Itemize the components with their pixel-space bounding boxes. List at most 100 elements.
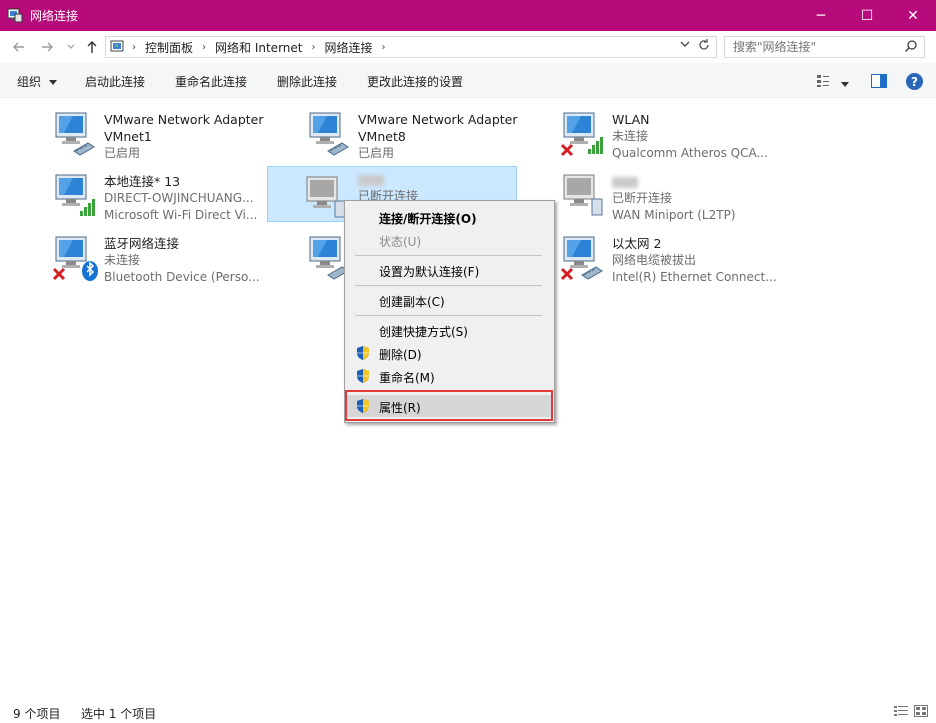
menu-item-properties[interactable]: 属性(R) bbox=[347, 395, 552, 417]
refresh-icon[interactable] bbox=[697, 38, 711, 56]
large-icons-view-icon[interactable] bbox=[914, 705, 928, 720]
chevron-right-icon[interactable]: › bbox=[132, 42, 136, 53]
connection-item[interactable]: 以太网 2 网络电缆被拔出 Intel(R) Ethernet Connect.… bbox=[558, 227, 808, 284]
up-arrow-icon[interactable] bbox=[83, 37, 101, 57]
redacted-text bbox=[358, 175, 384, 186]
selected-count: 选中 1 个项目 bbox=[81, 707, 157, 721]
details-view-icon[interactable] bbox=[894, 705, 908, 720]
chevron-right-icon[interactable]: › bbox=[202, 42, 206, 53]
connection-name: 以太网 2 bbox=[612, 236, 662, 251]
close-button[interactable]: ✕ bbox=[890, 0, 936, 31]
network-connections-app-icon bbox=[7, 8, 23, 24]
connection-name-redacted bbox=[358, 171, 418, 188]
breadcrumb-network-internet[interactable]: 网络和 Internet bbox=[215, 39, 302, 56]
connection-status: 已启用 bbox=[104, 146, 141, 160]
back-arrow-icon[interactable] bbox=[10, 37, 28, 57]
connection-item[interactable]: 蓝牙网络连接 未连接 Bluetooth Device (Perso... bbox=[50, 227, 300, 284]
window-title: 网络连接 bbox=[30, 9, 79, 23]
wifi-disconnected-icon bbox=[560, 107, 610, 157]
organize-menu[interactable]: 组织 bbox=[17, 73, 57, 90]
menu-item-label: 设置为默认连接(F) bbox=[379, 265, 480, 279]
uac-shield-icon bbox=[356, 398, 370, 417]
menu-item-copy[interactable]: 创建副本(C) bbox=[347, 289, 552, 311]
recent-locations-chevron-icon[interactable] bbox=[62, 37, 80, 57]
redacted-text bbox=[612, 177, 638, 188]
wifi-direct-icon bbox=[52, 169, 102, 219]
chevron-down-icon bbox=[48, 79, 57, 85]
connection-name-redacted bbox=[612, 173, 736, 190]
connection-status: 已断开连接 bbox=[612, 191, 673, 205]
menu-item-label: 状态(U) bbox=[379, 235, 422, 249]
item-count: 9 个项目 bbox=[13, 707, 61, 721]
organize-label: 组织 bbox=[17, 75, 42, 89]
context-menu: 连接/断开连接(O) 状态(U) 设置为默认连接(F) 创建副本(C) 创建快捷… bbox=[344, 200, 555, 423]
address-history-chevron-icon[interactable] bbox=[680, 39, 690, 52]
breadcrumb-control-panel[interactable]: 控制面板 bbox=[145, 39, 193, 56]
ethernet-icon bbox=[52, 107, 102, 157]
menu-item-status: 状态(U) bbox=[347, 229, 552, 251]
vpn-icon bbox=[560, 169, 610, 219]
connection-item[interactable]: VMware Network Adapter VMnet1 已启用 bbox=[50, 103, 300, 160]
connection-device: Microsoft Wi-Fi Direct Vi... bbox=[104, 208, 258, 222]
search-box[interactable] bbox=[724, 36, 925, 58]
connection-status: 已启用 bbox=[358, 146, 395, 160]
title-bar: 网络连接 ─ ☐ ✕ bbox=[0, 0, 936, 31]
connection-name-line2: VMnet8 bbox=[358, 129, 406, 144]
bluetooth-icon bbox=[52, 231, 102, 281]
view-options-chevron-icon[interactable] bbox=[841, 77, 849, 91]
menu-item-connect[interactable]: 连接/断开连接(O) bbox=[347, 206, 552, 228]
change-settings-button[interactable]: 更改此连接的设置 bbox=[367, 73, 463, 90]
status-bar: 9 个项目 选中 1 个项目 bbox=[0, 700, 936, 723]
menu-item-label: 属性(R) bbox=[379, 401, 421, 415]
enable-connection-button[interactable]: 启动此连接 bbox=[85, 73, 145, 90]
address-bar: › 控制面板 › 网络和 Internet › 网络连接 › bbox=[0, 31, 936, 63]
search-input[interactable] bbox=[733, 40, 903, 54]
connection-item[interactable]: WLAN 未连接 Qualcomm Atheros QCA... bbox=[558, 103, 808, 160]
menu-item-label: 删除(D) bbox=[379, 348, 422, 362]
connection-item[interactable]: 已断开连接 WAN Miniport (L2TP) bbox=[558, 165, 808, 222]
menu-separator bbox=[355, 285, 542, 286]
forward-arrow-icon[interactable] bbox=[38, 37, 56, 57]
menu-item-delete[interactable]: 删除(D) bbox=[347, 342, 552, 364]
connection-name: 蓝牙网络连接 bbox=[104, 236, 180, 251]
search-icon[interactable] bbox=[904, 39, 918, 56]
menu-separator bbox=[355, 255, 542, 256]
delete-connection-button[interactable]: 删除此连接 bbox=[277, 73, 337, 90]
connection-status: 未连接 bbox=[104, 253, 141, 267]
menu-item-rename[interactable]: 重命名(M) bbox=[347, 365, 552, 387]
menu-item-shortcut[interactable]: 创建快捷方式(S) bbox=[347, 319, 552, 341]
uac-shield-icon bbox=[356, 345, 370, 364]
ethernet-unplugged-icon bbox=[560, 231, 610, 281]
menu-item-label: 重命名(M) bbox=[379, 371, 435, 385]
connection-name: WLAN bbox=[612, 112, 650, 127]
connection-status: 未连接 bbox=[612, 129, 649, 143]
maximize-button[interactable]: ☐ bbox=[844, 0, 890, 31]
menu-item-label: 创建快捷方式(S) bbox=[379, 325, 468, 339]
minimize-button[interactable]: ─ bbox=[798, 0, 844, 31]
help-icon[interactable]: ? bbox=[906, 73, 923, 90]
connection-item[interactable]: VMware Network Adapter VMnet8 已启用 bbox=[304, 103, 554, 160]
control-panel-icon bbox=[110, 39, 126, 55]
connection-name-line2: VMnet1 bbox=[104, 129, 152, 144]
menu-item-set-default[interactable]: 设置为默认连接(F) bbox=[347, 259, 552, 281]
rename-connection-button[interactable]: 重命名此连接 bbox=[175, 73, 247, 90]
connection-device: Intel(R) Ethernet Connect... bbox=[612, 270, 777, 284]
connection-name: 本地连接* 13 bbox=[104, 174, 181, 189]
change-view-icon[interactable] bbox=[816, 74, 830, 91]
command-bar: 组织 启动此连接 重命名此连接 删除此连接 更改此连接的设置 ? bbox=[0, 63, 936, 98]
connection-item[interactable]: 本地连接* 13 DIRECT-OWJINCHUANG... Microsoft… bbox=[50, 165, 300, 222]
breadcrumb-network-connections[interactable]: 网络连接 bbox=[324, 39, 372, 56]
connection-device: WAN Miniport (L2TP) bbox=[612, 208, 736, 222]
preview-pane-icon[interactable] bbox=[871, 74, 887, 91]
connection-status: DIRECT-OWJINCHUANG... bbox=[104, 191, 254, 205]
ethernet-icon bbox=[306, 107, 356, 157]
menu-separator bbox=[355, 391, 542, 392]
connection-device: Bluetooth Device (Perso... bbox=[104, 270, 260, 284]
menu-item-label: 创建副本(C) bbox=[379, 295, 445, 309]
address-box[interactable]: › 控制面板 › 网络和 Internet › 网络连接 › bbox=[105, 36, 717, 58]
chevron-right-icon[interactable]: › bbox=[311, 42, 315, 53]
connection-name: VMware Network Adapter bbox=[358, 112, 518, 127]
menu-item-label: 连接/断开连接(O) bbox=[379, 212, 477, 226]
uac-shield-icon bbox=[356, 368, 370, 387]
chevron-right-icon[interactable]: › bbox=[382, 42, 386, 53]
